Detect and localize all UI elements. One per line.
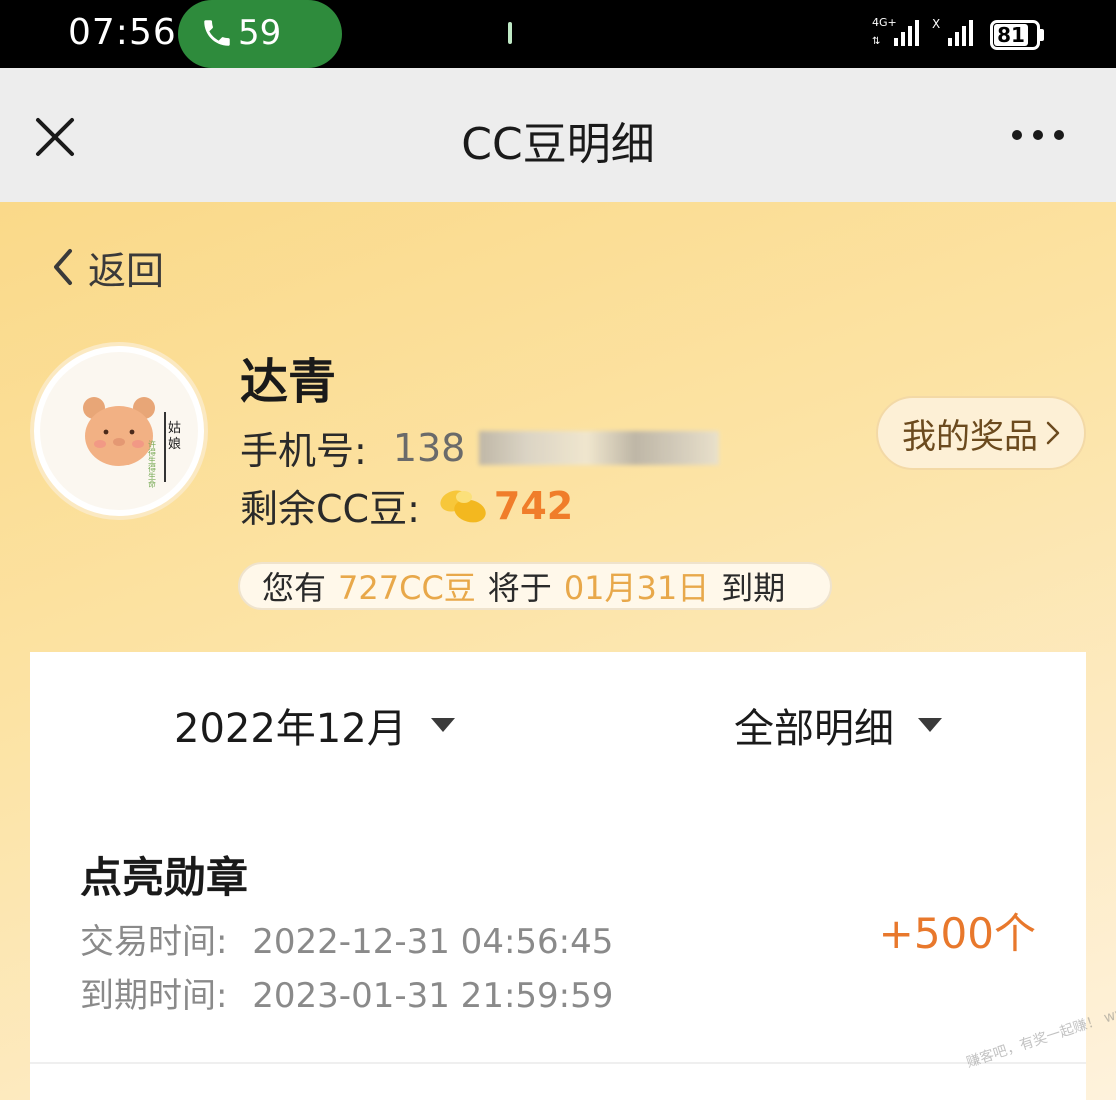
battery-icon: 81 xyxy=(990,20,1044,50)
divider xyxy=(30,1062,1086,1064)
phone-blur-mask xyxy=(479,430,720,465)
nav-bar: CC豆明细 xyxy=(0,68,1116,202)
username: 达青 xyxy=(240,354,337,410)
svg-text:娘: 娘 xyxy=(168,437,181,452)
transaction-amount: +500个 xyxy=(878,909,1036,958)
call-timer: 59 xyxy=(238,13,282,53)
expire-notice: 您有 727CC豆 将于 01月31日 到期 xyxy=(238,562,832,610)
my-prizes-button[interactable]: 我的奖品 xyxy=(876,396,1086,470)
bean-icon xyxy=(440,489,486,522)
status-time: 07:56 xyxy=(68,12,177,53)
transactions-card: 2022年12月 全部明细 点亮勋章 交易时间: 2022-12-31 04:5… xyxy=(30,652,1086,1100)
expire-amount: 727CC豆 xyxy=(338,569,476,607)
chevron-right-icon xyxy=(1046,421,1060,445)
expire-time-label: 到期时间: xyxy=(80,976,228,1016)
svg-text:X: X xyxy=(932,17,940,31)
type-filter-label: 全部明细 xyxy=(734,706,894,752)
expire-date: 01月31日 xyxy=(563,569,710,607)
call-pill[interactable]: 59 xyxy=(178,0,512,68)
phone-value: 138 xyxy=(392,425,466,470)
bear-avatar-icon: 姑 娘 许得生得生命 xyxy=(83,397,181,489)
expire-suffix: 到期 xyxy=(721,569,786,607)
call-indicator xyxy=(508,22,512,44)
balance-value: 742 xyxy=(493,483,574,528)
page-title: CC豆明细 xyxy=(461,119,655,170)
trade-time-label: 交易时间: xyxy=(80,922,228,962)
svg-text:姑: 姑 xyxy=(168,421,181,436)
expire-prefix: 您有 xyxy=(262,569,327,607)
month-filter[interactable]: 2022年12月 xyxy=(174,696,455,754)
transaction-title: 点亮勋章 xyxy=(80,853,249,902)
caret-down-icon xyxy=(918,718,942,732)
caret-down-icon xyxy=(430,718,455,732)
header-section: 返回 姑 娘 许得生得生命 达青 手机号: 138 剩余CC豆: 742 我的奖… xyxy=(0,202,1116,1100)
back-label: 返回 xyxy=(88,248,165,293)
avatar[interactable]: 姑 娘 许得生得生命 xyxy=(30,342,208,520)
more-dots-icon[interactable] xyxy=(1008,124,1068,144)
phone-row: 手机号: 138 xyxy=(240,420,720,475)
status-bar: 07:56 59 4G+ ⇅ X 81 xyxy=(0,0,1116,68)
svg-text:4G+: 4G+ xyxy=(872,16,897,29)
svg-text:许得生得生命: 许得生得生命 xyxy=(148,439,157,489)
trade-time-row: 交易时间: 2022-12-31 04:56:45 xyxy=(80,914,613,963)
back-button[interactable]: 返回 xyxy=(50,242,165,293)
trade-time-value: 2022-12-31 04:56:45 xyxy=(252,922,614,962)
chevron-left-icon xyxy=(54,249,72,285)
signal-4g-icon: 4G+ ⇅ xyxy=(872,16,919,47)
type-filter[interactable]: 全部明细 xyxy=(734,696,942,754)
signal-icon: X xyxy=(932,17,973,46)
expire-middle: 将于 xyxy=(487,569,552,607)
my-prizes-label: 我的奖品 xyxy=(902,416,1038,457)
balance-row: 剩余CC豆: 742 xyxy=(240,478,573,533)
balance-label: 剩余CC豆: xyxy=(240,487,420,531)
month-filter-label: 2022年12月 xyxy=(174,706,407,752)
svg-text:⇅: ⇅ xyxy=(872,36,880,47)
battery-level: 81 xyxy=(997,23,1025,47)
expire-time-value: 2023-01-31 21:59:59 xyxy=(252,976,614,1016)
expire-time-row: 到期时间: 2023-01-31 21:59:59 xyxy=(80,968,613,1017)
phone-label: 手机号: xyxy=(240,429,367,473)
phone-icon xyxy=(204,20,230,46)
